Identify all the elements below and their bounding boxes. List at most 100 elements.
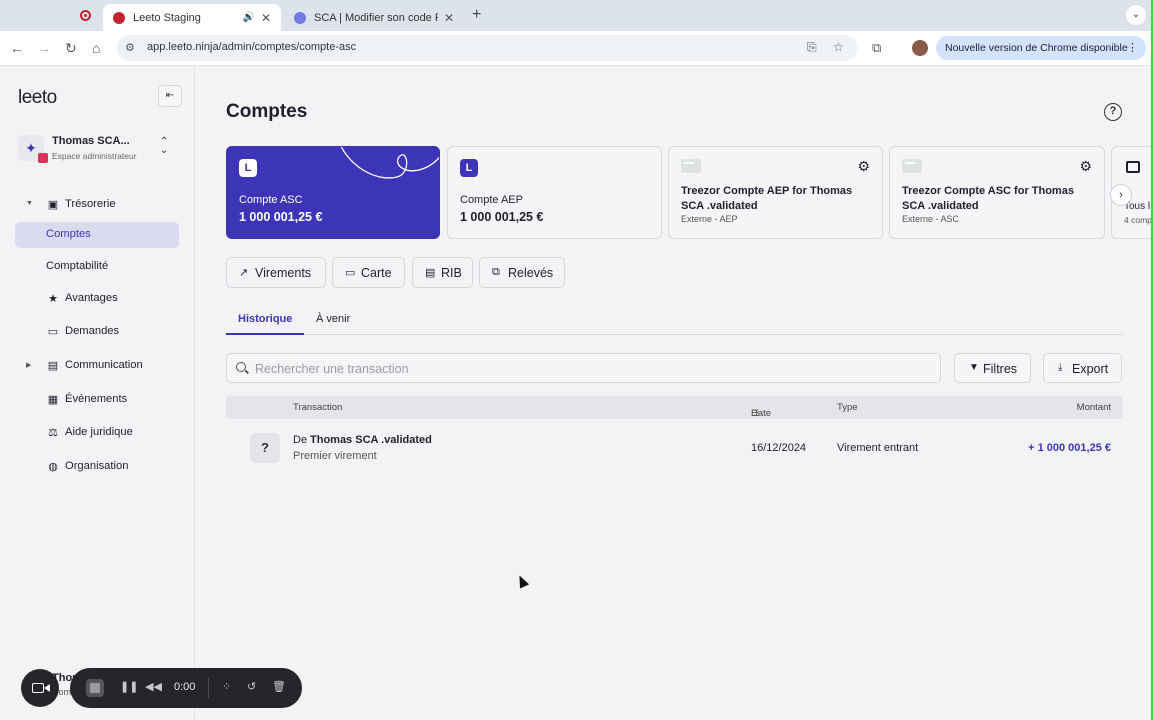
button-label: Export: [1072, 362, 1109, 376]
chrome-update-button[interactable]: Nouvelle version de Chrome disponible ⋮: [936, 36, 1146, 60]
filters-button[interactable]: ▼ Filtres: [954, 353, 1031, 383]
help-icon[interactable]: ?: [1104, 103, 1122, 121]
profile-avatar[interactable]: [912, 40, 928, 56]
trash-icon[interactable]: 🗑: [272, 680, 286, 693]
recording-timer: 0:00: [174, 681, 196, 693]
account-card-aep[interactable]: L Compte AEP 1 000 001,25 €: [447, 146, 662, 239]
account-name: Treezor Compte AEP for Thomas SCA .valid…: [681, 185, 853, 212]
home-icon[interactable]: ⌂: [92, 40, 100, 56]
back-arrow-icon[interactable]: ←: [10, 40, 24, 56]
chevron-up-down-icon: ⌃ ⌄: [160, 136, 169, 156]
sidebar-item-tresorerie[interactable]: ▼ ▣ Trésorerie: [15, 192, 179, 218]
divider: [208, 678, 209, 698]
account-count: 4 comp: [1124, 215, 1152, 225]
button-label: Filtres: [983, 362, 1018, 376]
arrow-up-right-icon: ↗: [239, 267, 249, 279]
carte-button[interactable]: ▭ Carte: [332, 257, 405, 288]
newspaper-icon: ▤: [47, 360, 59, 372]
more-vertical-icon[interactable]: ⋮: [1127, 41, 1138, 54]
page-title: Comptes: [226, 101, 308, 122]
install-app-icon[interactable]: ⎘: [807, 40, 817, 55]
transaction-search[interactable]: [226, 353, 941, 383]
gear-icon[interactable]: ⚙: [857, 158, 870, 175]
leeto-favicon-icon: [113, 11, 125, 24]
tab-close-icon[interactable]: ✕: [444, 11, 454, 25]
site-settings-icon[interactable]: ⚙: [125, 41, 135, 54]
rib-button[interactable]: ▤ RIB: [412, 257, 473, 288]
address-bar[interactable]: ⚙ app.leeto.ninja/admin/comptes/compte-a…: [117, 35, 857, 61]
sidebar-item-demandes[interactable]: ▭ Demandes: [15, 319, 179, 345]
browser-tabstrip: Leeto Staging 🔊 ✕ SCA | Modifier son cod…: [0, 0, 1153, 31]
table-row[interactable]: ? De Thomas SCA .validated Premier virem…: [226, 425, 1123, 471]
tab-close-icon[interactable]: ✕: [261, 11, 271, 25]
main-content: Comptes ? L Compte ASC 1 000 001,25 € L …: [196, 67, 1153, 720]
transactions-table-header: Transaction Date ☰ Type Montant: [226, 396, 1123, 419]
account-card-treezor-aep[interactable]: ⚙ Treezor Compte AEP for Thomas SCA .val…: [668, 146, 883, 239]
tab-title: Leeto Staging: [133, 11, 201, 24]
forward-arrow-icon[interactable]: →: [37, 40, 51, 56]
wallet-icon: ▣: [47, 199, 59, 211]
search-input[interactable]: [255, 360, 925, 378]
virements-button[interactable]: ↗ Virements: [226, 257, 326, 288]
user-switcher[interactable]: ✦ Thomas SCA... Espace administrateur ⌃ ⌄: [18, 133, 178, 167]
sidebar-item-comptabilite[interactable]: Comptabilité: [15, 254, 179, 280]
sidebar-item-organisation[interactable]: ◍ Organisation: [15, 454, 179, 480]
filter-funnel-icon: ▼: [969, 362, 979, 373]
new-tab-icon[interactable]: +: [472, 6, 481, 24]
grid-dots-icon[interactable]: ⁘: [222, 680, 231, 693]
sidebar-item-aide-juridique[interactable]: ⚖ Aide juridique: [15, 420, 179, 446]
releves-button[interactable]: ⧉ Relevés: [479, 257, 565, 288]
account-card-asc[interactable]: L Compte ASC 1 000 001,25 €: [226, 146, 440, 239]
audio-playing-icon[interactable]: 🔊: [242, 12, 254, 23]
sidebar-item-comptes[interactable]: Comptes: [15, 222, 179, 248]
sidebar-item-evenements[interactable]: ▦ Événements: [15, 387, 179, 413]
collapse-sidebar-button[interactable]: ⇤: [158, 85, 182, 107]
account-name: Treezor Compte ASC for Thomas SCA .valid…: [902, 185, 1074, 212]
extensions-puzzle-icon[interactable]: ⧉: [872, 40, 881, 56]
bank-card-icon: [902, 159, 922, 173]
download-icon: ⤓: [1058, 362, 1063, 373]
sidebar-item-label: Événements: [65, 393, 128, 405]
stop-recording-button[interactable]: [86, 679, 104, 697]
leeto-logo[interactable]: leeto: [18, 87, 57, 109]
sidebar-item-label: Comptes: [46, 228, 91, 240]
row-counterparty: Thomas SCA .validated: [310, 434, 432, 446]
bank-card-icon: [681, 159, 701, 173]
camera-lens-icon: [44, 684, 50, 692]
transaction-tabs: Historique À venir: [226, 307, 1123, 335]
browser-tab-sca[interactable]: SCA | Modifier son code PIN d ✕: [284, 4, 464, 31]
tab-search-chevron-icon[interactable]: ⌄: [1126, 5, 1146, 25]
account-name: Compte AEP: [460, 194, 523, 206]
bookmark-star-icon[interactable]: ☆: [833, 40, 844, 54]
recording-controls: ❚❚ ◀◀ 0:00 ⁘ ↺ 🗑: [70, 668, 302, 708]
caret-right-icon: ▶: [26, 362, 32, 369]
search-icon: [236, 362, 246, 372]
copy-documents-icon: ⧉: [492, 266, 500, 278]
reload-icon[interactable]: ↻: [65, 40, 77, 56]
gear-icon[interactable]: ⚙: [1079, 158, 1092, 175]
rewind-icon[interactable]: ◀◀: [145, 680, 162, 693]
export-button[interactable]: ⤓ Export: [1043, 353, 1122, 383]
user-badge-icon: [38, 153, 48, 163]
gavel-icon: ⚖: [48, 427, 58, 439]
recording-indicator-icon: [80, 10, 91, 21]
button-label: Virements: [255, 266, 312, 280]
account-balance: 1 000 001,25 €: [239, 210, 323, 224]
sidebar-item-avantages[interactable]: ★ Avantages: [15, 286, 179, 312]
sidebar-item-communication[interactable]: ▶ ▤ Communication: [15, 353, 179, 379]
account-balance: 1 000 001,25 €: [460, 210, 544, 224]
browser-tab-leeto[interactable]: Leeto Staging 🔊 ✕: [103, 4, 281, 31]
update-label: Nouvelle version de Chrome disponible: [945, 42, 1128, 54]
chevron-right-icon[interactable]: ›: [1110, 184, 1132, 206]
account-card-treezor-asc[interactable]: ⚙ Treezor Compte ASC for Thomas SCA .val…: [889, 146, 1105, 239]
restart-icon[interactable]: ↺: [247, 680, 256, 693]
wallet-icon: [1126, 161, 1140, 173]
tab-historique[interactable]: Historique: [226, 313, 305, 335]
sidebar: leeto ⇤ ✦ Thomas SCA... Espace administr…: [0, 67, 195, 720]
camera-toggle-button[interactable]: [21, 669, 59, 707]
sort-icon: ☰: [751, 408, 760, 418]
pause-icon[interactable]: ❚❚: [120, 680, 138, 693]
leeto-logo-icon: L: [239, 159, 257, 177]
tab-a-venir[interactable]: À venir: [316, 313, 350, 335]
inbox-icon: ▭: [47, 326, 59, 338]
